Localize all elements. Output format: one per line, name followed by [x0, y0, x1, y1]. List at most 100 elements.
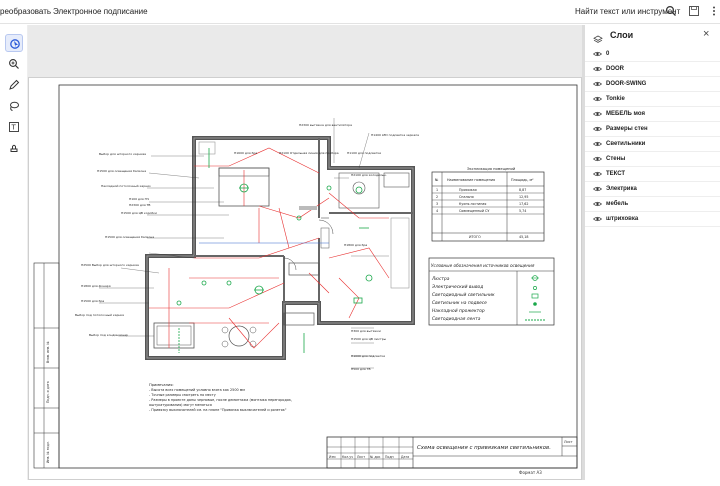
note-line: - Привязку выключателей см. на плане "Пр… — [149, 408, 287, 412]
more-vertical-icon[interactable] — [708, 5, 720, 17]
plan-annotation: Н1500 для освещения балкона — [105, 235, 154, 239]
layers-panel-title: Слои — [610, 30, 634, 40]
floor-plan-drawing: Взам. инв. № Подп. и дата Инв. № подл. И… — [33, 84, 578, 475]
note-line: - Точные размеры смотреть по месту — [149, 393, 216, 397]
plan-annotation: Н1500 для ЦВ люстры — [351, 337, 387, 341]
eye-icon[interactable] — [592, 216, 603, 224]
plan-annotation: Выбор для шторного карниза — [99, 152, 146, 156]
layer-row[interactable]: Размеры стен — [585, 122, 720, 137]
eye-icon[interactable] — [592, 66, 603, 74]
stamp-col-5: Дата — [401, 455, 409, 459]
save-icon[interactable] — [688, 5, 700, 17]
layer-row[interactable]: мебель — [585, 197, 720, 212]
document-canvas[interactable]: Взам. инв. № Подп. и дата Инв. № подл. И… — [28, 25, 582, 480]
side-label-1: Подп. и дата — [46, 381, 50, 403]
layer-row[interactable]: штриховка — [585, 212, 720, 227]
pen-icon — [9, 79, 20, 90]
layers-panel-header: Слои × — [585, 25, 720, 47]
search-icon[interactable] — [665, 5, 677, 17]
select-tool-button[interactable] — [5, 34, 23, 52]
explication-cell: 17,62 — [519, 202, 528, 206]
layer-name: DOOR-SWING — [606, 81, 647, 87]
plan-annotation: Выбор под потолочный карниз — [75, 313, 124, 317]
eye-icon[interactable] — [592, 171, 603, 179]
explication-cell: Спальня — [459, 195, 474, 199]
plan-annotation: Н2100 Отдельная линия для прибора — [279, 151, 339, 155]
layer-row[interactable]: DOOR — [585, 62, 720, 77]
explication-title: Экспликация помещений — [467, 167, 516, 171]
plan-annotation: Н300 для вытяжки — [351, 329, 381, 333]
stamp-col-0: Изм — [329, 455, 336, 459]
eye-icon[interactable] — [592, 201, 603, 209]
eye-icon[interactable] — [592, 51, 603, 59]
eye-icon[interactable] — [592, 96, 603, 104]
eye-icon[interactable] — [592, 111, 603, 119]
plan-annotation: Н1100 для подсветки — [347, 151, 381, 155]
eye-icon[interactable] — [592, 186, 603, 194]
layer-name: Электрика — [606, 186, 637, 192]
plan-annotation: Выбор под кондиционер — [89, 333, 128, 337]
apartment-plan — [145, 136, 415, 360]
plan-annotation: Н1400 LED подсветка зеркала — [371, 133, 419, 137]
eye-icon[interactable] — [592, 141, 603, 149]
legend-item: Светодиодный светильник — [432, 292, 495, 298]
plan-annotation: Н1500 для ЦВ коробки — [121, 211, 157, 215]
stamp-col-1: Кол.уч — [342, 455, 353, 459]
note-line: - Высота всех помещений условно взята ка… — [149, 388, 245, 392]
plan-annotation: Н2300 вытяжка для вентилятора — [299, 123, 352, 127]
explication-cell: 3 — [436, 202, 438, 206]
layer-row[interactable]: Tonkie — [585, 92, 720, 107]
explication-cell: Кухня-гостиная — [459, 202, 486, 206]
layer-row[interactable]: МЕБЕЛЬ моя — [585, 107, 720, 122]
plan-annotation: Н2500 Выбор для шторного карниза — [81, 263, 139, 267]
tool-rail: T — [0, 25, 28, 480]
explication-cell: Прихожая — [459, 188, 477, 192]
stamp-col-2: Лист — [357, 455, 365, 459]
pen-tool-button[interactable] — [5, 76, 23, 94]
lasso-tool-button[interactable] — [5, 97, 23, 115]
plan-annotation: Н100 для ПЧ — [129, 197, 149, 201]
layer-row[interactable]: 0 — [585, 47, 720, 62]
layer-name: МЕБЕЛЬ моя — [606, 111, 645, 117]
plan-annotation: Накладной потолочный карниз — [101, 184, 151, 188]
eye-icon[interactable] — [592, 126, 603, 134]
stamp-sheet: Лист — [564, 440, 573, 444]
explication-cell: 4 — [436, 209, 438, 213]
explication-header-1: Наименование помещения — [447, 178, 495, 182]
layer-row[interactable]: ТЕКСТ — [585, 167, 720, 182]
plan-annotation: Н1000 для подсветки — [351, 354, 385, 358]
close-icon[interactable]: × — [703, 28, 709, 40]
explication-cell: 8,87 — [519, 188, 526, 192]
note-line: - Размеры в проекте даны черновые, после… — [149, 398, 292, 402]
explication-header-2: Площадь, м² — [511, 178, 534, 182]
convert-menu[interactable]: реобразовать — [0, 7, 51, 16]
plan-annotation: Н500 для ТВ — [351, 367, 371, 371]
layer-row[interactable]: Стены — [585, 152, 720, 167]
eye-icon[interactable] — [592, 156, 603, 164]
stamp-format: Формат А3 — [519, 470, 542, 475]
explication-total-label: ИТОГО — [469, 235, 481, 239]
legend-item: Электрический вывод — [431, 284, 483, 290]
layer-name: мебель — [606, 201, 629, 207]
text-box-icon: T — [9, 122, 19, 132]
eye-icon[interactable] — [592, 81, 603, 89]
layers-panel: Слои × 0 DOOR DOOR-SWING Tonkie МЕБЕЛЬ моя Ра… — [585, 25, 720, 480]
text-box-tool-button[interactable]: T — [5, 118, 23, 136]
plan-annotation: Н1800 для фонаря — [81, 284, 111, 288]
layer-row[interactable]: Электрика — [585, 182, 720, 197]
plan-annotation: Н1500 для освещения балкона — [97, 169, 146, 173]
stamp-title: Схема освещения с привязками светильнико… — [417, 445, 551, 451]
explication-cell: 2 — [436, 195, 438, 199]
layer-name: ТЕКСТ — [606, 171, 626, 177]
stamp-tool-button[interactable] — [5, 139, 23, 157]
legend-item: Люстра — [431, 276, 450, 282]
layer-row[interactable]: DOOR-SWING — [585, 77, 720, 92]
legend-title: Условные обозначения источников освещени… — [431, 263, 535, 268]
esign-menu[interactable]: Электронное подписание — [53, 7, 148, 16]
layer-row[interactable]: Светильники — [585, 137, 720, 152]
lasso-icon — [10, 101, 19, 111]
stamp-col-3: № док — [370, 455, 380, 459]
legend-item: Светодиодная лента — [432, 316, 481, 322]
zoom-tool-button[interactable] — [5, 55, 23, 73]
explication-cell: 1 — [436, 188, 438, 192]
